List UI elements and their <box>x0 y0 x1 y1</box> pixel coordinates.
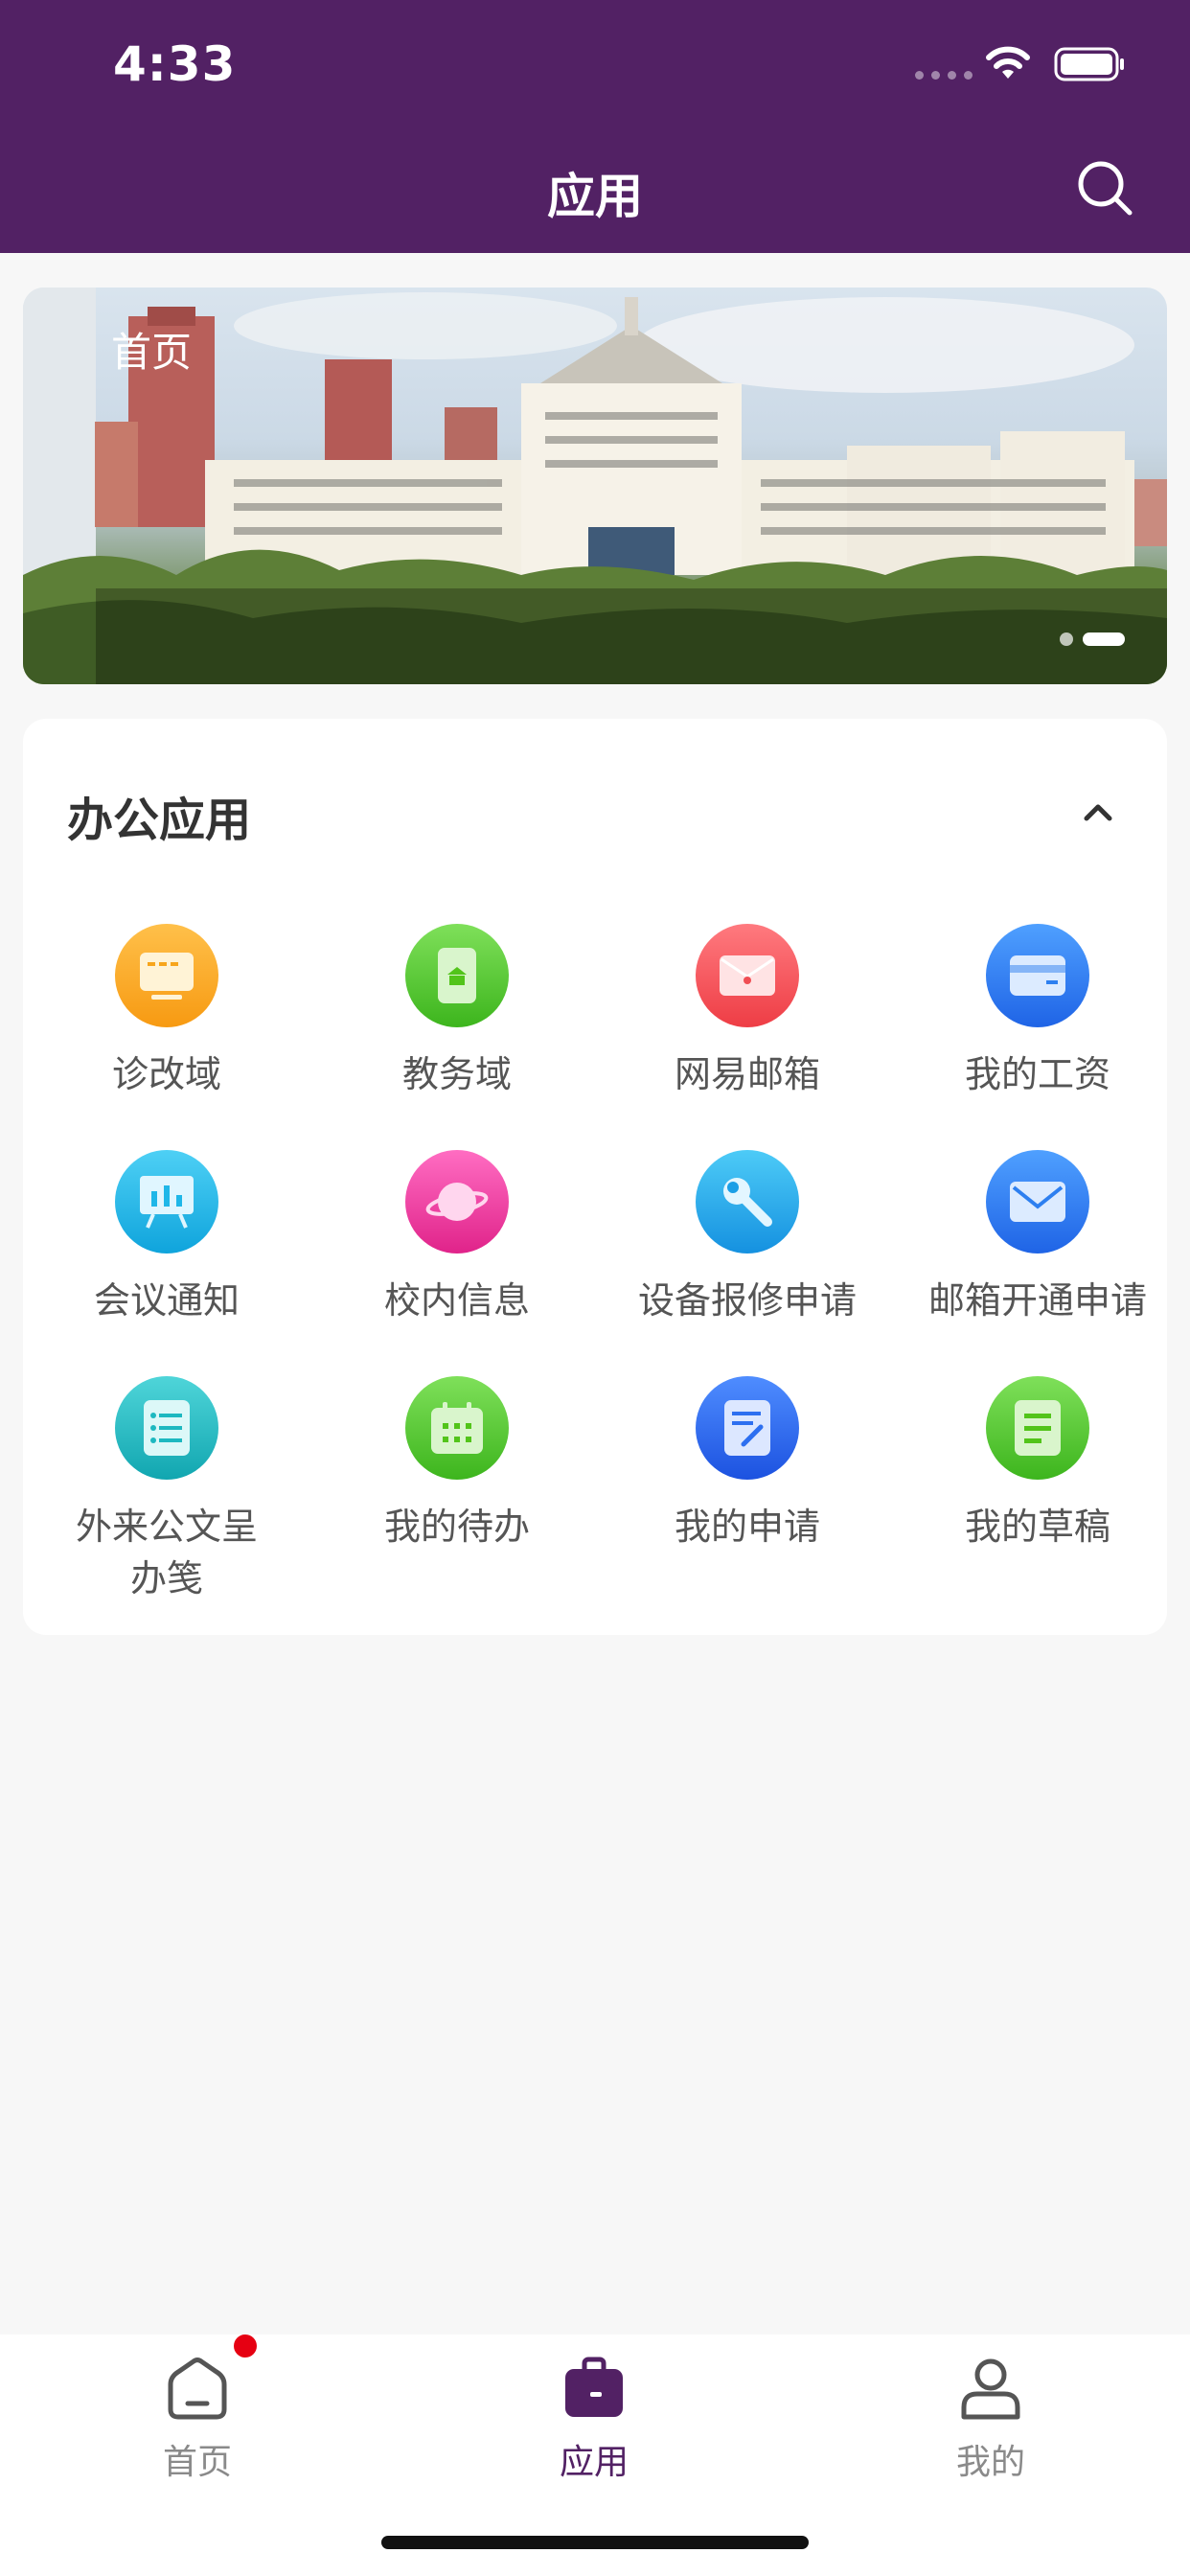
wrench-icon <box>696 1150 799 1254</box>
app-campus-info[interactable]: 校内信息 <box>313 1150 601 1326</box>
mail-icon <box>986 1150 1089 1254</box>
battery-icon <box>1054 47 1124 81</box>
school-phone-icon <box>405 924 509 1027</box>
document-list-icon <box>115 1376 218 1480</box>
tab-mine[interactable]: 我的 <box>895 2356 1087 2484</box>
app-my-applications[interactable]: 我的申请 <box>604 1376 891 1552</box>
banner-dot[interactable] <box>1060 632 1073 646</box>
presentation-board-icon <box>115 1150 218 1254</box>
tab-label: 我的 <box>955 2443 1025 2482</box>
section-title: 办公应用 <box>67 794 252 847</box>
app-label: 邮箱开通申请 <box>927 1279 1147 1322</box>
banner-caption: 首页 <box>111 329 193 376</box>
cellular-signal-icon <box>915 71 973 80</box>
app-label: 校内信息 <box>383 1279 530 1322</box>
home-indicator <box>381 2536 809 2549</box>
app-my-drafts[interactable]: 我的草稿 <box>894 1376 1181 1552</box>
app-netease-mail[interactable]: 网易邮箱 <box>604 924 891 1100</box>
status-time: 4:33 <box>113 36 237 92</box>
calendar-icon <box>405 1376 509 1480</box>
tab-home[interactable]: 首页 <box>102 2356 293 2484</box>
search-icon[interactable] <box>1075 158 1134 218</box>
tab-label: 应用 <box>559 2443 629 2482</box>
banner-dot-active[interactable] <box>1083 632 1125 646</box>
app-header: 4:33 应用 <box>0 0 1190 253</box>
home-icon <box>168 2358 227 2420</box>
planet-icon <box>405 1150 509 1254</box>
app-meeting-notice[interactable]: 会议通知 <box>23 1150 310 1326</box>
monitor-icon <box>115 924 218 1027</box>
notebook-icon <box>986 1376 1089 1480</box>
app-label: 教务域 <box>401 1053 512 1095</box>
app-mailbox-apply[interactable]: 邮箱开通申请 <box>894 1150 1181 1326</box>
app-label: 会议通知 <box>93 1279 240 1322</box>
app-external-document[interactable]: 外来公文呈 办笺 <box>23 1376 310 1604</box>
app-label: 外来公文呈 办笺 <box>75 1506 258 1599</box>
app-equipment-repair[interactable]: 设备报修申请 <box>604 1150 891 1326</box>
page-title: 应用 <box>547 169 643 224</box>
tab-label: 首页 <box>162 2443 232 2482</box>
app-label: 我的申请 <box>674 1506 820 1548</box>
envelope-icon <box>696 924 799 1027</box>
app-my-salary[interactable]: 我的工资 <box>894 924 1181 1100</box>
app-zhengaiyu[interactable]: 诊改域 <box>23 924 310 1100</box>
app-label: 我的待办 <box>383 1506 530 1548</box>
office-apps-card: 办公应用 诊改域 教务域 网易邮箱 我的工资 会议通知 校内信息 设备报修申请 … <box>23 719 1167 1635</box>
tab-apps[interactable]: 应用 <box>498 2356 690 2484</box>
briefcase-icon <box>565 2357 623 2417</box>
banner-pagination <box>1060 632 1125 646</box>
app-my-todo[interactable]: 我的待办 <box>313 1376 601 1552</box>
person-icon <box>961 2358 1020 2420</box>
wallet-card-icon <box>986 924 1089 1027</box>
app-label: 设备报修申请 <box>637 1279 857 1322</box>
edit-document-icon <box>696 1376 799 1480</box>
banner-caption-bar <box>96 588 1167 684</box>
app-jiaowuyu[interactable]: 教务域 <box>313 924 601 1100</box>
app-label: 网易邮箱 <box>674 1053 820 1095</box>
app-label: 诊改域 <box>111 1053 221 1095</box>
wifi-icon <box>986 46 1030 79</box>
app-label: 我的草稿 <box>964 1506 1110 1548</box>
banner-carousel[interactable] <box>23 288 1167 684</box>
chevron-up-icon[interactable] <box>1077 792 1119 834</box>
notification-badge <box>234 2334 257 2358</box>
app-label: 我的工资 <box>964 1053 1110 1095</box>
